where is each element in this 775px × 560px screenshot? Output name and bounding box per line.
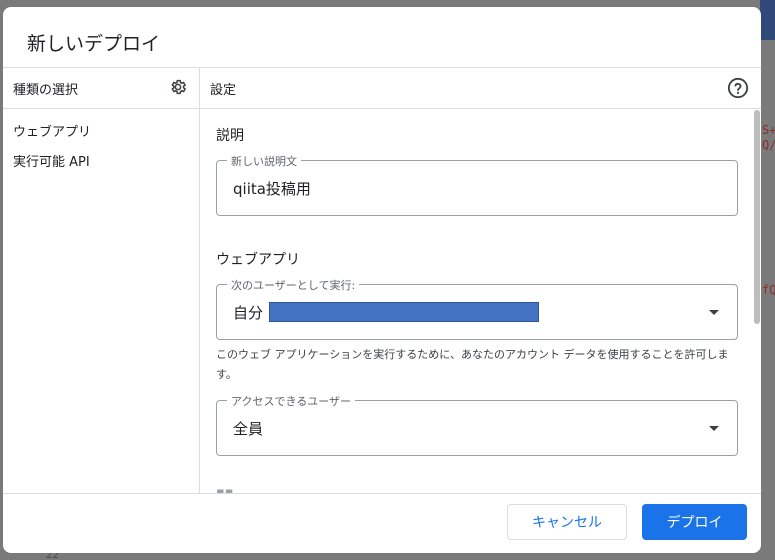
chevron-down-icon: [709, 310, 719, 315]
title-divider: [3, 67, 761, 68]
access-select[interactable]: アクセスできるユーザー 全員: [216, 393, 738, 456]
execute-as-legend: 次のユーザーとして実行:: [227, 277, 360, 293]
webapp-section-label: ウェブアプリ: [216, 252, 300, 268]
type-select-header: 種類の選択: [13, 83, 79, 98]
execute-as-value: 自分: [233, 304, 264, 322]
description-field-legend: 新しい説明文: [227, 153, 301, 169]
type-item-executable-api[interactable]: 実行可能 API: [13, 151, 90, 170]
clipped-section-label: ▪▪: [216, 485, 234, 493]
scrollbar-thumb[interactable]: [754, 110, 760, 324]
execute-as-help-text: このウェブ アプリケーションを実行するために、あなたのアカウント データを使用す…: [216, 348, 729, 381]
settings-header: 設定: [210, 83, 237, 98]
description-input[interactable]: 新しい説明文 qiita投稿用: [216, 153, 738, 216]
footer-divider: [3, 493, 761, 494]
access-value: 全員: [233, 420, 264, 438]
cancel-button[interactable]: キャンセル: [507, 504, 627, 540]
gear-icon[interactable]: [169, 78, 187, 96]
help-circle-icon[interactable]: [727, 77, 749, 99]
code-fragment: S+: [762, 123, 775, 137]
description-section-label: 説明: [216, 128, 244, 144]
code-fragment: fQ: [762, 283, 775, 297]
column-divider: [199, 67, 200, 493]
chevron-down-icon: [709, 426, 719, 431]
execute-as-select[interactable]: 次のユーザーとして実行: 自分: [216, 277, 738, 340]
new-deployment-dialog: 新しいデプロイ 種類の選択 ウェブアプリ 実行可能 API 設定 説明 新しい説…: [3, 7, 761, 553]
editor-topbar: [760, 0, 775, 40]
access-legend: アクセスできるユーザー: [227, 393, 356, 409]
deploy-button[interactable]: デプロイ: [642, 504, 747, 540]
type-item-webapp[interactable]: ウェブアプリ: [13, 121, 91, 140]
dialog-title: 新しいデプロイ: [27, 33, 161, 55]
description-value: qiita投稿用: [233, 180, 311, 198]
code-fragment: Q/: [762, 138, 775, 152]
redacted-email: [269, 302, 539, 322]
header-divider: [3, 108, 761, 109]
